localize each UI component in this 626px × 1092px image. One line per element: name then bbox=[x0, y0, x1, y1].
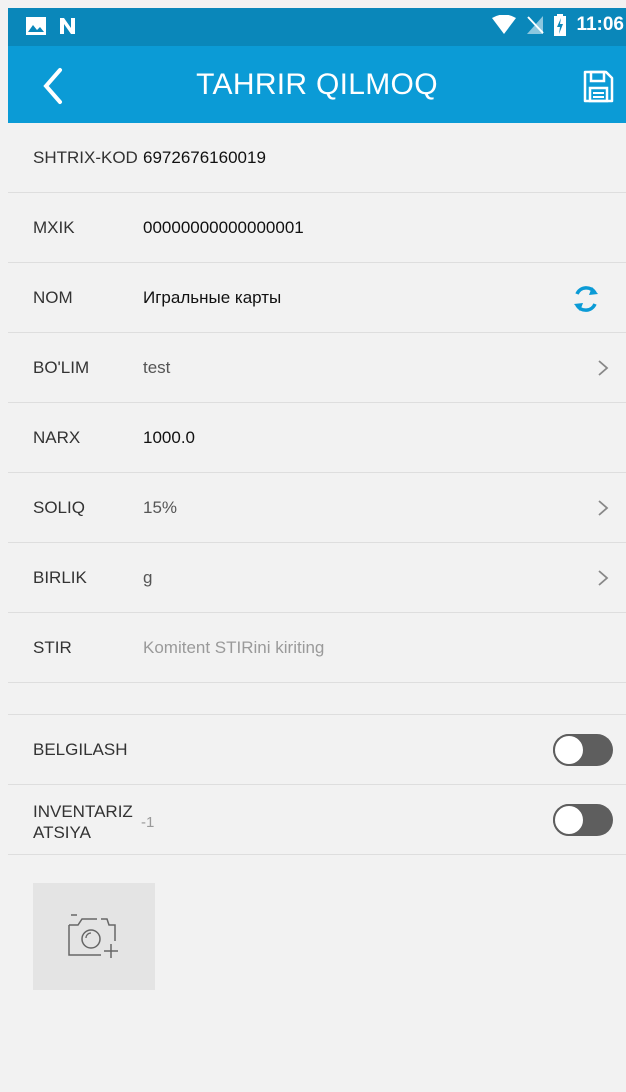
mxik-label: MXIK bbox=[33, 218, 75, 237]
add-photo-button[interactable] bbox=[33, 883, 155, 990]
barcode-field[interactable]: 6972676160019 bbox=[143, 123, 266, 193]
price-field[interactable]: 1000.0 bbox=[143, 403, 195, 473]
unit-value: g bbox=[143, 568, 153, 587]
marking-label: BELGILASH bbox=[33, 740, 128, 759]
mxik-field[interactable]: 00000000000000001 bbox=[143, 193, 304, 263]
image-icon bbox=[26, 17, 46, 35]
section-divider bbox=[8, 683, 626, 715]
inventory-value: -1 bbox=[141, 814, 155, 831]
wifi-icon bbox=[492, 15, 517, 34]
battery-charging-icon bbox=[554, 14, 567, 36]
toggle-knob bbox=[553, 734, 585, 766]
mxik-row[interactable]: MXIK 00000000000000001 bbox=[8, 193, 626, 263]
toggle-knob bbox=[553, 804, 585, 836]
chevron-right-icon bbox=[598, 360, 609, 376]
price-label: NARX bbox=[33, 428, 81, 447]
save-button[interactable] bbox=[582, 70, 614, 104]
inventory-row: INVENTARIZ ATSIYA -1 bbox=[8, 785, 626, 855]
save-icon bbox=[583, 70, 614, 103]
tax-row[interactable]: SOLIQ 15% bbox=[8, 473, 626, 543]
section-row[interactable]: BO'LIM test bbox=[8, 333, 626, 403]
chevron-right-icon bbox=[598, 570, 609, 586]
app-bar: TAHRIR QILMOQ bbox=[8, 46, 626, 123]
refresh-icon[interactable] bbox=[571, 285, 601, 313]
stir-row[interactable]: STIR Komitent STIRini kiriting bbox=[8, 613, 626, 683]
inventory-label-line2: ATSIYA bbox=[33, 823, 91, 842]
tax-value: 15% bbox=[143, 498, 178, 517]
price-row[interactable]: NARX 1000.0 bbox=[8, 403, 626, 473]
status-time: 11:06 bbox=[576, 14, 624, 35]
n-icon bbox=[60, 18, 75, 34]
stir-label: STIR bbox=[33, 638, 72, 657]
product-form: SHTRIX-KOD 6972676160019 MXIK 0000000000… bbox=[8, 123, 626, 855]
inventory-toggle[interactable] bbox=[553, 804, 613, 836]
status-bar: 11:06 bbox=[8, 8, 626, 46]
inventory-label: INVENTARIZ ATSIYA bbox=[33, 801, 133, 843]
chevron-right-icon bbox=[598, 500, 609, 516]
page-title: TAHRIR QILMOQ bbox=[196, 68, 438, 101]
stir-field[interactable]: Komitent STIRini kiriting bbox=[143, 613, 324, 683]
barcode-label: SHTRIX-KOD bbox=[33, 148, 138, 167]
unit-row[interactable]: BIRLIK g bbox=[8, 543, 626, 613]
section-value: test bbox=[143, 358, 171, 377]
section-label: BO'LIM bbox=[33, 358, 90, 377]
inventory-label-line1: INVENTARIZ bbox=[33, 802, 133, 821]
add-photo-camera-icon bbox=[68, 914, 118, 958]
marking-row: BELGILASH bbox=[8, 715, 626, 785]
unit-label: BIRLIK bbox=[33, 568, 87, 587]
name-row[interactable]: NOM Игральные карты bbox=[8, 263, 626, 333]
no-sim-icon bbox=[527, 16, 545, 34]
tax-label: SOLIQ bbox=[33, 498, 85, 517]
name-field[interactable]: Игральные карты bbox=[143, 263, 281, 333]
name-label: NOM bbox=[33, 288, 73, 307]
marking-toggle[interactable] bbox=[553, 734, 613, 766]
barcode-row[interactable]: SHTRIX-KOD 6972676160019 bbox=[8, 123, 626, 193]
